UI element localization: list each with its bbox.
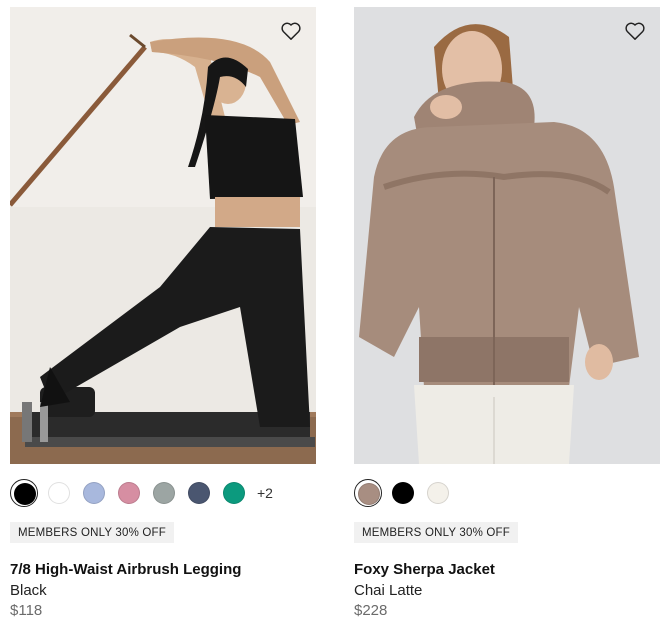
heart-icon[interactable] <box>624 21 646 41</box>
members-badge: MEMBERS ONLY 30% OFF <box>10 522 174 543</box>
swatch-color-dot <box>392 482 414 504</box>
swatch-navy[interactable] <box>185 479 213 507</box>
swatch-white[interactable] <box>45 479 73 507</box>
product-card-legging[interactable]: +2 MEMBERS ONLY 30% OFF 7/8 High-Waist A… <box>10 7 316 619</box>
color-swatches: +2 <box>10 479 316 507</box>
swatch-gray[interactable] <box>150 479 178 507</box>
swatch-chai-latte[interactable] <box>354 479 382 507</box>
product-color-name: Black <box>10 582 47 599</box>
product-color-name: Chai Latte <box>354 582 423 599</box>
swatch-color-dot <box>223 482 245 504</box>
swatch-teal[interactable] <box>220 479 248 507</box>
product-price: $118 <box>10 602 43 619</box>
swatch-cream[interactable] <box>424 479 452 507</box>
swatch-black[interactable] <box>10 479 38 507</box>
color-swatches <box>354 479 660 507</box>
swatch-color-dot <box>83 482 105 504</box>
woman-pilates-photo <box>10 7 316 464</box>
swatch-color-dot <box>188 482 210 504</box>
swatch-color-dot <box>13 482 36 505</box>
product-name[interactable]: 7/8 High-Waist Airbrush Legging <box>10 561 316 578</box>
product-image-jacket[interactable] <box>354 7 660 464</box>
swatch-color-dot <box>427 482 449 504</box>
swatch-pink[interactable] <box>115 479 143 507</box>
product-card-jacket[interactable]: MEMBERS ONLY 30% OFF Foxy Sherpa Jacket … <box>354 7 660 619</box>
heart-icon[interactable] <box>280 21 302 41</box>
swatch-color-dot <box>153 482 175 504</box>
swatch-periwinkle[interactable] <box>80 479 108 507</box>
swatch-color-dot <box>118 482 140 504</box>
swatch-black[interactable] <box>389 479 417 507</box>
members-badge: MEMBERS ONLY 30% OFF <box>354 522 518 543</box>
product-price: $228 <box>354 602 388 619</box>
product-name[interactable]: Foxy Sherpa Jacket <box>354 561 660 578</box>
swatch-color-dot <box>357 482 380 505</box>
more-colors-count[interactable]: +2 <box>257 485 273 501</box>
swatch-color-dot <box>48 482 70 504</box>
woman-sherpa-jacket-photo <box>354 7 660 464</box>
product-image-legging[interactable] <box>10 7 316 464</box>
